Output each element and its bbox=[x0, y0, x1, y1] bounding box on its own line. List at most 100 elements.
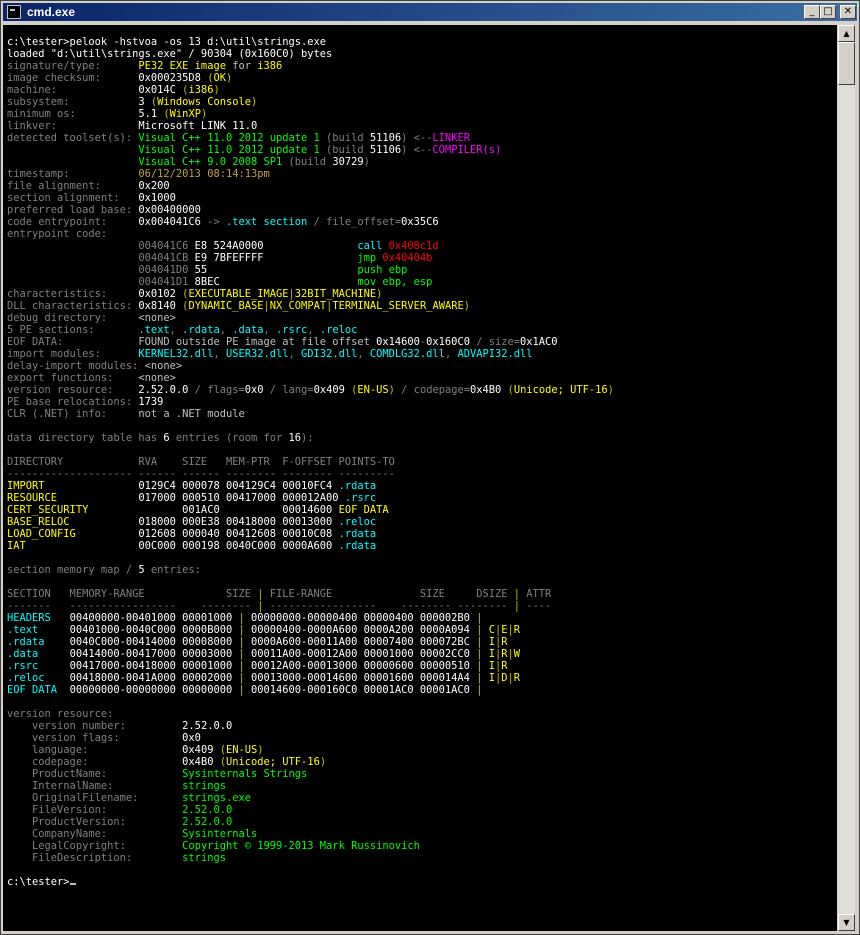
console-text: signature/type: bbox=[7, 60, 139, 72]
console-text: 00013000-00014600 00001600 000014A4 bbox=[244, 672, 477, 684]
console-line: .rsrc 00417000-00418000 00001000 | 00012… bbox=[7, 660, 614, 672]
console-line: DLL characteristics: 0x8140 (DYNAMIC_BAS… bbox=[7, 300, 614, 312]
console-text: 06/12/2013 08:14:13pm bbox=[138, 168, 270, 180]
console-lines: c:\tester>pelook -hstvoa -os 13 d:\util\… bbox=[7, 36, 614, 888]
console-text: / lang= bbox=[263, 384, 314, 396]
console-text: not a .NET module bbox=[138, 408, 245, 420]
console-line: characteristics: 0x0102 (EXECUTABLE_IMAG… bbox=[7, 288, 614, 300]
console-text: EN-US bbox=[357, 384, 389, 396]
console-text: CompanyName: bbox=[7, 828, 183, 840]
maximize-button[interactable]: □ bbox=[820, 5, 836, 19]
console-line: subsystem: 3 (Windows Console) bbox=[7, 96, 614, 108]
console-text: LegalCopyright: bbox=[7, 840, 183, 852]
console-text: 012608 000040 00412608 00010C08 bbox=[138, 528, 339, 540]
console-text: 0x0 bbox=[182, 732, 201, 744]
console-text: PE32 EXE image bbox=[138, 60, 226, 72]
console-text: ProductVersion: bbox=[7, 816, 183, 828]
close-button[interactable]: ✕ bbox=[840, 5, 856, 19]
console-text: OK bbox=[213, 72, 226, 84]
console-line: import modules: KERNEL32.dll, USER32.dll… bbox=[7, 348, 614, 360]
console-text: 0x4B0 bbox=[182, 756, 220, 768]
scroll-down-arrow-icon[interactable]: ▼ bbox=[838, 914, 855, 931]
console-line: section alignment: 0x1000 bbox=[7, 192, 614, 204]
window-title: cmd.exe bbox=[27, 5, 76, 19]
console-text: KERNEL32.dll bbox=[138, 348, 214, 360]
console-line: -------------------- ------ ------ -----… bbox=[7, 468, 614, 480]
console-text: ) bbox=[319, 756, 327, 768]
console-text: codepage: bbox=[7, 756, 183, 768]
console-line: IAT 00C000 000198 0040C000 0000A600 .rda… bbox=[7, 540, 614, 552]
console-text: subsystem: bbox=[7, 96, 139, 108]
console-text: data directory table has bbox=[7, 432, 164, 444]
console-line: version flags: 0x0 bbox=[7, 732, 614, 744]
console-line: version number: 2.52.0.0 bbox=[7, 720, 614, 732]
console-text: 0x35C6 bbox=[401, 216, 439, 228]
console-text: 004041CB bbox=[7, 252, 195, 264]
console-text: .rsrc bbox=[276, 324, 308, 336]
console-line: c:\tester>pelook -hstvoa -os 13 d:\util\… bbox=[7, 36, 614, 48]
console-text: .rdata bbox=[7, 636, 70, 648]
console-text: mov ebp, esp bbox=[357, 276, 433, 288]
console-output[interactable]: c:\tester>pelook -hstvoa -os 13 d:\util\… bbox=[3, 25, 837, 931]
console-text: entries: bbox=[144, 564, 201, 576]
title-bar[interactable]: cmd.exe _ □ ✕ bbox=[3, 3, 857, 21]
console-line: signature/type: PE32 EXE image for i386 bbox=[7, 60, 614, 72]
console-line: 004041D0 55 push ebp bbox=[7, 264, 614, 276]
console-text: Unicode; UTF-16 bbox=[225, 756, 320, 768]
console-line: 5 PE sections: .text, .rdata, .data, .rs… bbox=[7, 324, 614, 336]
console-text: / flags= bbox=[188, 384, 245, 396]
console-text: code entrypoint: bbox=[7, 216, 139, 228]
scroll-thumb[interactable] bbox=[838, 42, 855, 85]
console-text: GDI32.dll bbox=[301, 348, 358, 360]
console-text: Visual C++ 9.0 2008 SP1 bbox=[138, 156, 289, 168]
console-text: LOAD_CONFIG bbox=[7, 528, 139, 540]
console-line: timestamp: 06/12/2013 08:14:13pm bbox=[7, 168, 614, 180]
console-text: language: bbox=[7, 744, 183, 756]
console-text: ) bbox=[363, 156, 370, 168]
console-text: ) bbox=[401, 132, 414, 144]
console-text: , bbox=[307, 324, 320, 336]
console-text: Sysinternals Strings bbox=[182, 768, 308, 780]
console-text: import modules: bbox=[7, 348, 139, 360]
console-text: <none> bbox=[138, 372, 176, 384]
cmd-icon[interactable] bbox=[7, 5, 21, 19]
console-text: I bbox=[482, 636, 495, 648]
console-text: section memory map / bbox=[7, 564, 139, 576]
console-text: i386 bbox=[257, 60, 283, 72]
console-text: 0x004041C6 bbox=[138, 216, 208, 228]
console-line: detected toolset(s): Visual C++ 11.0 201… bbox=[7, 132, 614, 144]
console-line: delay-import modules: <none> bbox=[7, 360, 614, 372]
console-text: <-- bbox=[413, 132, 433, 144]
console-text: .text section bbox=[225, 216, 308, 228]
console-line: version resource: bbox=[7, 708, 614, 720]
console-text: linkver: bbox=[7, 120, 139, 132]
console-line: .rdata 0040C000-00414000 00008000 | 0000… bbox=[7, 636, 614, 648]
console-text: | bbox=[476, 612, 483, 624]
console-text: c:\tester>pelook -hstvoa -os 13 d:\util\… bbox=[7, 36, 327, 48]
console-text: version flags: bbox=[7, 732, 183, 744]
console-line: entrypoint code: bbox=[7, 228, 614, 240]
console-text: 00000000-00000000 00000000 bbox=[69, 684, 239, 696]
scroll-up-arrow-icon[interactable]: ▲ bbox=[838, 25, 855, 42]
console-line: CERT_SECURITY 001AC0 00014600 EOF DATA bbox=[7, 504, 614, 516]
console-text: EN-US bbox=[225, 744, 258, 756]
console-text: USER32.dll bbox=[225, 348, 289, 360]
console-text: for bbox=[225, 60, 258, 72]
console-text: (build bbox=[288, 156, 333, 168]
console-text: loaded "d:\util\strings.exe" / 90304 (0x… bbox=[7, 48, 333, 60]
console-line: minimum os: 5.1 (WinXP) bbox=[7, 108, 614, 120]
console-text: 0x40404b bbox=[382, 252, 433, 264]
console-text: 2.52.0.0 bbox=[182, 816, 233, 828]
console-text: Windows Console bbox=[157, 96, 251, 108]
minimize-button[interactable]: _ bbox=[804, 5, 820, 19]
console-text: 2.52.0.0 bbox=[138, 384, 189, 396]
vertical-scrollbar[interactable]: ▲ ▼ bbox=[838, 25, 855, 931]
console-line: IMPORT 0129C4 000078 004129C4 00010FC4 .… bbox=[7, 480, 614, 492]
console-text: 0x0102 bbox=[138, 288, 183, 300]
console-text: W bbox=[513, 648, 521, 660]
console-text: 55 bbox=[194, 264, 358, 276]
console-text: (build bbox=[326, 144, 370, 156]
